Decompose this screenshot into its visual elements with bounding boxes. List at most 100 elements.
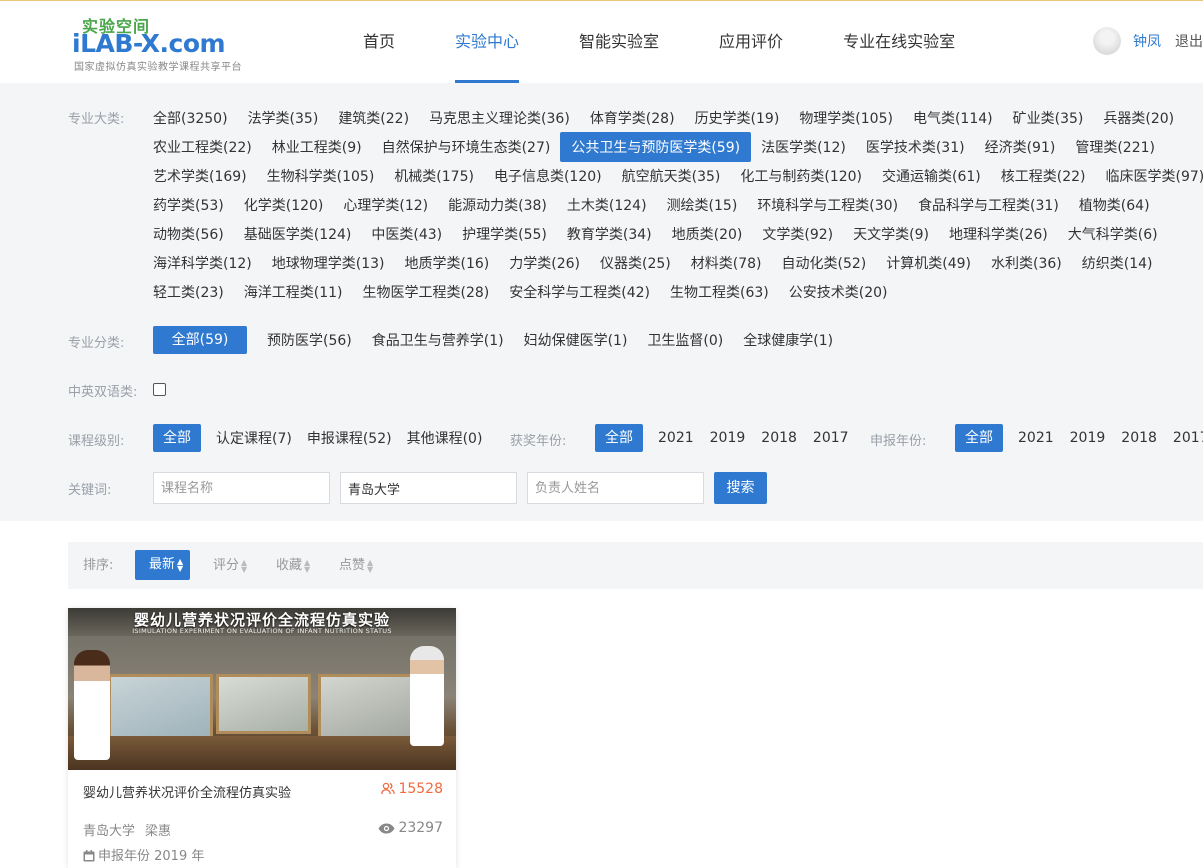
major-item[interactable]: 地球物理学类(13) xyxy=(262,250,395,276)
search-button[interactable]: 搜索 xyxy=(714,472,767,504)
major-item[interactable]: 矿业类(35) xyxy=(1003,105,1094,131)
major-item[interactable]: 物理学类(105) xyxy=(789,105,903,131)
major-item[interactable]: 电气类(114) xyxy=(903,105,1003,131)
major-item[interactable]: 能源动力类(38) xyxy=(438,192,557,218)
nav-online-lab[interactable]: 专业在线实验室 xyxy=(843,1,955,83)
major-item[interactable]: 自动化类(52) xyxy=(772,250,877,276)
award-all[interactable]: 全部 xyxy=(595,424,643,452)
major-item[interactable]: 交通运输类(61) xyxy=(872,163,991,189)
major-item[interactable]: 教育学类(34) xyxy=(557,221,662,247)
major-item[interactable]: 基础医学类(124) xyxy=(234,221,362,247)
major-item[interactable]: 马克思主义理论类(36) xyxy=(419,105,580,131)
major-item[interactable]: 土木类(124) xyxy=(557,192,657,218)
sub-item[interactable]: 卫生监督(0) xyxy=(637,327,733,353)
award-year-item[interactable]: 2017 xyxy=(805,427,859,449)
major-item[interactable]: 林业工程类(9) xyxy=(262,134,372,160)
school-input[interactable] xyxy=(340,472,517,504)
major-item[interactable]: 生物科学类(105) xyxy=(257,163,385,189)
level-all[interactable]: 全部 xyxy=(153,424,201,452)
apply-year-item[interactable]: 2018 xyxy=(1113,427,1165,449)
major-item[interactable]: 天文学类(9) xyxy=(843,221,939,247)
nav-home[interactable]: 首页 xyxy=(363,1,395,83)
major-item[interactable]: 兵器类(20) xyxy=(1093,105,1184,131)
level-item[interactable]: 认定课程(7) xyxy=(201,425,299,451)
level-item[interactable]: 申报课程(52) xyxy=(299,425,399,451)
major-item[interactable]: 体育学类(28) xyxy=(580,105,685,131)
major-item[interactable]: 水利类(36) xyxy=(981,250,1072,276)
major-item[interactable]: 公安技术类(20) xyxy=(779,279,898,305)
major-item[interactable]: 历史学类(19) xyxy=(685,105,790,131)
major-item[interactable]: 食品科学与工程类(31) xyxy=(908,192,1069,218)
major-item[interactable]: 药学类(53) xyxy=(153,192,234,218)
award-year-item[interactable]: 2018 xyxy=(753,427,805,449)
major-item[interactable]: 自然保护与环境生态类(27) xyxy=(372,134,561,160)
sort-newest[interactable]: 最新 ▲ ▼ xyxy=(135,550,191,580)
major-item[interactable]: 文学类(92) xyxy=(752,221,843,247)
award-year-item[interactable]: 2019 xyxy=(702,427,754,449)
nav-smart-lab[interactable]: 智能实验室 xyxy=(579,1,659,83)
major-item[interactable]: 海洋工程类(11) xyxy=(234,279,353,305)
logout-link[interactable]: 退出 xyxy=(1175,31,1203,51)
major-item[interactable]: 核工程类(22) xyxy=(991,163,1096,189)
major-item[interactable]: 中医类(43) xyxy=(361,221,452,247)
major-item[interactable]: 法医学类(12) xyxy=(751,134,856,160)
ilab-x-logo[interactable]: 实验空间 iLAB-X.com 国家虚拟仿真实验教学课程共享平台 xyxy=(72,11,272,73)
major-item[interactable]: 植物类(64) xyxy=(1069,192,1160,218)
apply-year-item[interactable]: 2019 xyxy=(1062,427,1114,449)
major-item[interactable]: 纺织类(14) xyxy=(1072,250,1163,276)
apply-year-item[interactable]: 2017 xyxy=(1165,427,1203,449)
major-item[interactable]: 地质类(20) xyxy=(662,221,753,247)
course-name-input[interactable] xyxy=(153,472,330,504)
major-item[interactable]: 建筑类(22) xyxy=(328,105,419,131)
major-item[interactable]: 经济类(91) xyxy=(975,134,1066,160)
major-item[interactable]: 海洋科学类(12) xyxy=(153,250,262,276)
major-item[interactable]: 地理科学类(26) xyxy=(939,221,1058,247)
course-thumbnail[interactable]: 婴幼儿营养状况评价全流程仿真实验 ISIMULATION EXPERIMENT … xyxy=(68,608,456,770)
major-item[interactable]: 生物工程类(63) xyxy=(660,279,779,305)
major-item[interactable]: 轻工类(23) xyxy=(153,279,234,305)
major-item[interactable]: 临床医学类(97) xyxy=(1096,163,1203,189)
course-title[interactable]: 婴幼儿营养状况评价全流程仿真实验 xyxy=(83,782,291,801)
level-item[interactable]: 其他课程(0) xyxy=(399,425,493,451)
major-item[interactable]: 航空航天类(35) xyxy=(612,163,731,189)
award-year-item[interactable]: 2021 xyxy=(643,427,702,449)
sort-favorite[interactable]: 收藏 ▲ ▼ xyxy=(276,542,310,589)
major-item[interactable]: 管理类(221) xyxy=(1065,134,1165,160)
avatar[interactable] xyxy=(1093,27,1121,55)
major-item[interactable]: 化学类(120) xyxy=(234,192,334,218)
major-item[interactable]: 护理学类(55) xyxy=(452,221,557,247)
nav-evaluation[interactable]: 应用评价 xyxy=(719,1,783,83)
major-item-selected[interactable]: 公共卫生与预防医学类(59) xyxy=(560,131,752,162)
sub-item[interactable]: 预防医学(56) xyxy=(257,327,362,353)
major-item[interactable]: 计算机类(49) xyxy=(876,250,981,276)
sub-item[interactable]: 食品卫生与营养学(1) xyxy=(362,327,514,353)
sub-item[interactable]: 妇幼保健医学(1) xyxy=(514,327,638,353)
apply-year-item[interactable]: 2021 xyxy=(1003,427,1062,449)
sort-like[interactable]: 点赞 ▲ ▼ xyxy=(339,542,373,589)
major-item[interactable]: 心理学类(12) xyxy=(333,192,438,218)
major-item[interactable]: 法学类(35) xyxy=(238,105,329,131)
bilingual-checkbox[interactable] xyxy=(153,383,166,396)
major-item[interactable]: 动物类(56) xyxy=(153,221,234,247)
major-item[interactable]: 力学类(26) xyxy=(499,250,590,276)
major-item[interactable]: 化工与制药类(120) xyxy=(730,163,872,189)
major-item[interactable]: 大气科学类(6) xyxy=(1058,221,1168,247)
major-item[interactable]: 地质学类(16) xyxy=(395,250,500,276)
major-item[interactable]: 材料类(78) xyxy=(681,250,772,276)
person-name-input[interactable] xyxy=(527,472,704,504)
user-name[interactable]: 钟凤 xyxy=(1133,31,1161,51)
major-item[interactable]: 测绘类(15) xyxy=(657,192,748,218)
sub-item[interactable]: 全球健康学(1) xyxy=(733,327,843,353)
major-item[interactable]: 安全科学与工程类(42) xyxy=(499,279,660,305)
major-item[interactable]: 农业工程类(22) xyxy=(153,134,262,160)
nav-experiment-center[interactable]: 实验中心 xyxy=(455,1,520,83)
major-item[interactable]: 电子信息类(120) xyxy=(484,163,612,189)
major-item[interactable]: 生物医学工程类(28) xyxy=(353,279,500,305)
major-item[interactable]: 机械类(175) xyxy=(384,163,484,189)
course-card[interactable]: 婴幼儿营养状况评价全流程仿真实验 ISIMULATION EXPERIMENT … xyxy=(68,608,456,868)
major-item[interactable]: 医学技术类(31) xyxy=(856,134,975,160)
major-item[interactable]: 艺术学类(169) xyxy=(153,163,257,189)
sort-rating[interactable]: 评分 ▲ ▼ xyxy=(213,542,247,589)
apply-all[interactable]: 全部 xyxy=(955,424,1003,452)
major-item[interactable]: 环境科学与工程类(30) xyxy=(747,192,908,218)
